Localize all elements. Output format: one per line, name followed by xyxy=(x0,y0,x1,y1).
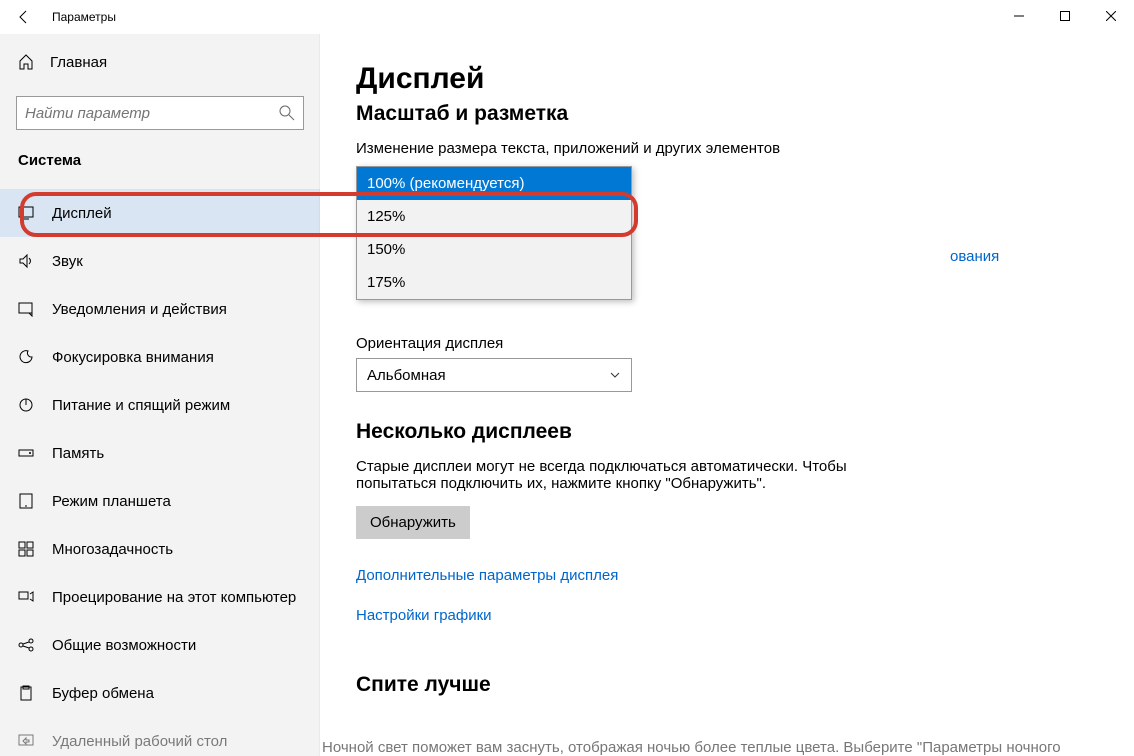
orientation-select[interactable]: Альбомная xyxy=(356,358,632,392)
storage-icon xyxy=(18,445,34,461)
sidebar: Главная Система Дисплей Звук Уведомления… xyxy=(0,34,320,756)
clipboard-icon xyxy=(18,685,34,701)
tablet-icon xyxy=(18,493,34,509)
multi-displays-title: Несколько дисплеев xyxy=(356,420,1098,444)
multi-displays-text: Старые дисплеи могут не всегда подключат… xyxy=(356,458,876,492)
detect-button[interactable]: Обнаружить xyxy=(356,506,470,539)
sidebar-item-focus[interactable]: Фокусировка внимания xyxy=(0,333,320,381)
search-icon xyxy=(279,105,295,121)
shared-icon xyxy=(18,637,34,653)
scale-option-150[interactable]: 150% xyxy=(357,233,631,266)
focus-icon xyxy=(18,349,34,365)
link-advanced-display[interactable]: Дополнительные параметры дисплея xyxy=(356,567,618,584)
scale-option-100[interactable]: 100% (рекомендуется) xyxy=(357,167,631,200)
sidebar-item-storage[interactable]: Память xyxy=(0,429,320,477)
sidebar-item-multitask[interactable]: Многозадачность xyxy=(0,525,320,573)
sidebar-item-projecting[interactable]: Проецирование на этот компьютер xyxy=(0,573,320,621)
home-label: Главная xyxy=(50,54,107,71)
sidebar-nav: Дисплей Звук Уведомления и действия Фоку… xyxy=(0,189,320,756)
sleep-title: Спите лучше xyxy=(356,673,1098,697)
window-title: Параметры xyxy=(48,10,116,24)
sidebar-item-power[interactable]: Питание и спящий режим xyxy=(0,381,320,429)
sidebar-item-clipboard[interactable]: Буфер обмена xyxy=(0,669,320,717)
link-graphics-settings[interactable]: Настройки графики xyxy=(356,607,492,624)
sidebar-item-shared[interactable]: Общие возможности xyxy=(0,621,320,669)
page-title: Дисплей xyxy=(356,62,1098,96)
minimize-button[interactable] xyxy=(996,0,1042,32)
orientation-label: Ориентация дисплея xyxy=(356,335,1098,352)
home-icon xyxy=(18,54,34,70)
sidebar-item-sound[interactable]: Звук xyxy=(0,237,320,285)
power-icon xyxy=(18,397,34,413)
section-scale-title: Масштаб и разметка xyxy=(356,102,1098,126)
sidebar-item-display[interactable]: Дисплей xyxy=(0,189,320,237)
multitask-icon xyxy=(18,541,34,557)
sidebar-item-remote[interactable]: Удаленный рабочий стол xyxy=(0,717,320,756)
maximize-button[interactable] xyxy=(1042,0,1088,32)
notifications-icon xyxy=(18,301,34,317)
sidebar-group-title: Система xyxy=(0,148,320,179)
search-input-container[interactable] xyxy=(16,96,304,130)
sound-icon xyxy=(18,253,34,269)
scale-label: Изменение размера текста, приложений и д… xyxy=(356,140,1098,157)
projecting-icon xyxy=(18,589,34,605)
display-icon xyxy=(18,205,34,221)
close-button[interactable] xyxy=(1088,0,1134,32)
scale-dropdown-list: 100% (рекомендуется) 125% 150% 175% xyxy=(356,166,632,300)
search-input[interactable] xyxy=(25,105,279,122)
scale-option-175[interactable]: 175% xyxy=(357,266,631,299)
scale-option-125[interactable]: 125% xyxy=(357,200,631,233)
back-button[interactable] xyxy=(0,0,48,34)
link-fragment[interactable]: ования xyxy=(950,248,999,265)
sidebar-item-tablet[interactable]: Режим планшета xyxy=(0,477,320,525)
chevron-down-icon xyxy=(609,369,621,381)
remote-icon xyxy=(18,733,34,749)
sleep-text: Ночной свет поможет вам заснуть, отображ… xyxy=(320,739,1134,756)
sidebar-item-notifications[interactable]: Уведомления и действия xyxy=(0,285,320,333)
home-button[interactable]: Главная xyxy=(0,42,320,82)
content-area: Дисплей Масштаб и разметка Изменение раз… xyxy=(320,34,1134,756)
